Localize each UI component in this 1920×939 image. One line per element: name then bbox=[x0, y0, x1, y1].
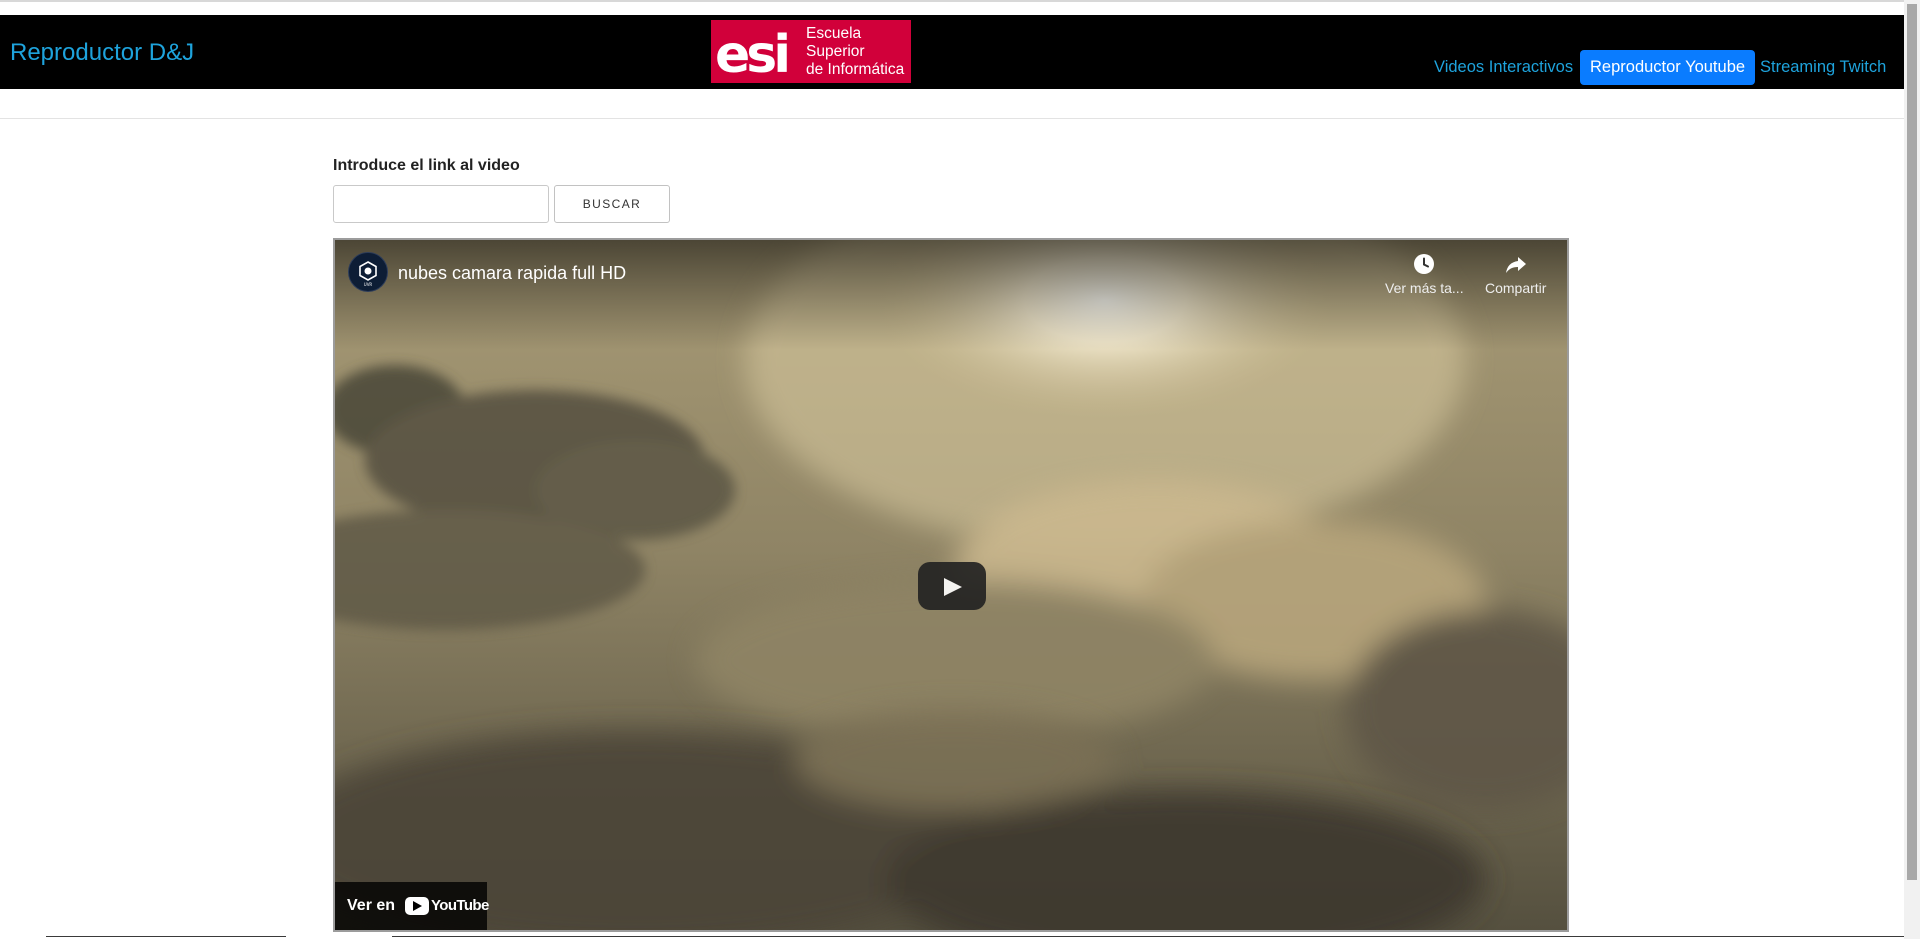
youtube-wordmark: YouTube bbox=[431, 897, 489, 914]
logo-text-line: de Informática bbox=[806, 61, 905, 78]
svg-text:UVR: UVR bbox=[364, 282, 373, 287]
share-button[interactable]: Compartir bbox=[1485, 252, 1546, 296]
bottom-border bbox=[46, 936, 286, 937]
watch-on-youtube-button[interactable]: Ver en YouTube bbox=[335, 882, 489, 930]
brand-link[interactable]: Reproductor D&J bbox=[10, 39, 194, 67]
esi-logo-mark: esi bbox=[715, 25, 791, 80]
channel-logo-icon: UVR bbox=[359, 261, 377, 287]
logo-text-line: Superior bbox=[806, 43, 865, 60]
watch-later-button[interactable]: Ver más ta... bbox=[1385, 252, 1464, 296]
esi-logo: esi Escuela Superior de Informática bbox=[711, 20, 911, 83]
top-border bbox=[0, 0, 1904, 2]
play-button[interactable] bbox=[918, 562, 986, 610]
watch-on-label: Ver en bbox=[347, 897, 396, 914]
logo-text-line: Escuela bbox=[806, 25, 862, 42]
video-link-label: Introduce el link al video bbox=[333, 157, 520, 174]
scrollbar-thumb[interactable] bbox=[1907, 4, 1917, 880]
bottom-border bbox=[392, 936, 1904, 937]
logo-text: Escuela Superior de Informática bbox=[806, 25, 904, 79]
navbar: Reproductor D&J esi Escuela Superior de … bbox=[0, 15, 1904, 89]
nav-link-reproductor-youtube[interactable]: Reproductor Youtube bbox=[1580, 50, 1756, 85]
video-link-input[interactable] bbox=[333, 185, 549, 223]
youtube-play-icon bbox=[413, 901, 422, 911]
watch-later-label: Ver más ta... bbox=[1385, 280, 1464, 296]
play-icon bbox=[944, 578, 962, 596]
share-label: Compartir bbox=[1485, 280, 1547, 296]
page-scrollbar[interactable] bbox=[1904, 0, 1920, 939]
youtube-logo: YouTube bbox=[405, 897, 489, 915]
search-button[interactable]: BUSCAR bbox=[554, 185, 670, 223]
nav-link-streaming-twitch[interactable]: Streaming Twitch bbox=[1750, 50, 1896, 85]
video-title[interactable]: nubes camara rapida full HD bbox=[398, 263, 626, 284]
divider bbox=[0, 118, 1904, 119]
share-arrow-icon bbox=[1505, 257, 1526, 273]
page: Reproductor D&J esi Escuela Superior de … bbox=[0, 0, 1920, 939]
clock-icon bbox=[1414, 254, 1435, 274]
channel-avatar[interactable]: UVR bbox=[348, 252, 388, 292]
youtube-icon bbox=[405, 897, 429, 915]
nav-link-videos-interactivos[interactable]: Videos Interactivos bbox=[1424, 50, 1583, 85]
svg-text:esi: esi bbox=[715, 25, 787, 80]
youtube-player[interactable]: UVR nubes camara rapida full HD Ver más … bbox=[333, 238, 1569, 932]
